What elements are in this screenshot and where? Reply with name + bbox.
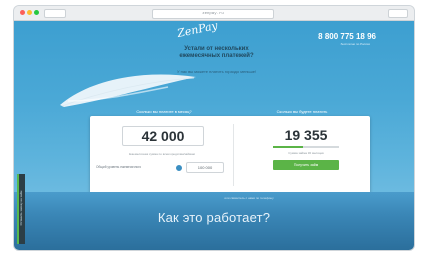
calculator-card: 42 000 Ежемесячная сумма по всем кредита… xyxy=(90,116,370,192)
side-tab-label: Оставить заявку на займ xyxy=(19,190,23,226)
new-payment-value: 19 355 xyxy=(284,127,328,143)
income-label: Общий уровень ежемесячного xyxy=(96,165,142,169)
how-it-works-link[interactable]: Как это работает? xyxy=(14,210,414,225)
close-window-button[interactable] xyxy=(20,10,25,15)
side-apply-tab[interactable]: Оставить заявку на займ xyxy=(17,174,25,244)
get-loan-button[interactable]: Получить займ xyxy=(273,160,339,170)
minimize-window-button[interactable] xyxy=(27,10,32,15)
back-forward-buttons[interactable] xyxy=(44,9,66,18)
income-radio[interactable] xyxy=(176,165,182,171)
site-logo[interactable]: ZenPay xyxy=(176,21,219,40)
new-payment-hint: Сумма займа 30 месяцев xyxy=(288,151,324,155)
savings-progress-fill xyxy=(273,146,304,148)
savings-progress-bar xyxy=(273,146,339,148)
browser-tools-button[interactable] xyxy=(388,9,408,18)
new-payment-question: Сколько вы будете платить xyxy=(276,109,328,114)
income-input[interactable]: 100 000 xyxy=(186,162,224,173)
feather-illustration xyxy=(60,74,196,107)
phone-caption: бесплатно по России xyxy=(340,42,370,46)
current-payment-question: Сколько вы платите в месяц? xyxy=(136,109,192,114)
hero-section: ZenPay 8 800 775 18 96 бесплатно по Росс… xyxy=(14,21,414,192)
zoom-window-button[interactable] xyxy=(34,10,39,15)
browser-toolbar: zenpay.ru xyxy=(14,6,414,21)
contact-hint: или свяжитесь с нами по телефону xyxy=(224,196,274,200)
current-payment-input[interactable]: 42 000 xyxy=(122,126,204,146)
phone-number[interactable]: 8 800 775 18 96 xyxy=(318,32,376,41)
browser-window: zenpay.ru ZenPay 8 800 775 18 96 бесплат… xyxy=(14,6,414,250)
hero-subheadline: У нас вы можете платить гораздо меньше! xyxy=(176,69,257,74)
address-bar[interactable]: zenpay.ru xyxy=(152,9,274,19)
hero-headline: Устали от нескольких ежемесячных платеже… xyxy=(179,46,254,59)
current-payment-hint: Ежемесячная сумма по всем кредитам/займа… xyxy=(129,152,195,156)
how-it-works-section: или свяжитесь с нами по телефону Как это… xyxy=(14,192,414,250)
card-divider xyxy=(233,124,234,186)
